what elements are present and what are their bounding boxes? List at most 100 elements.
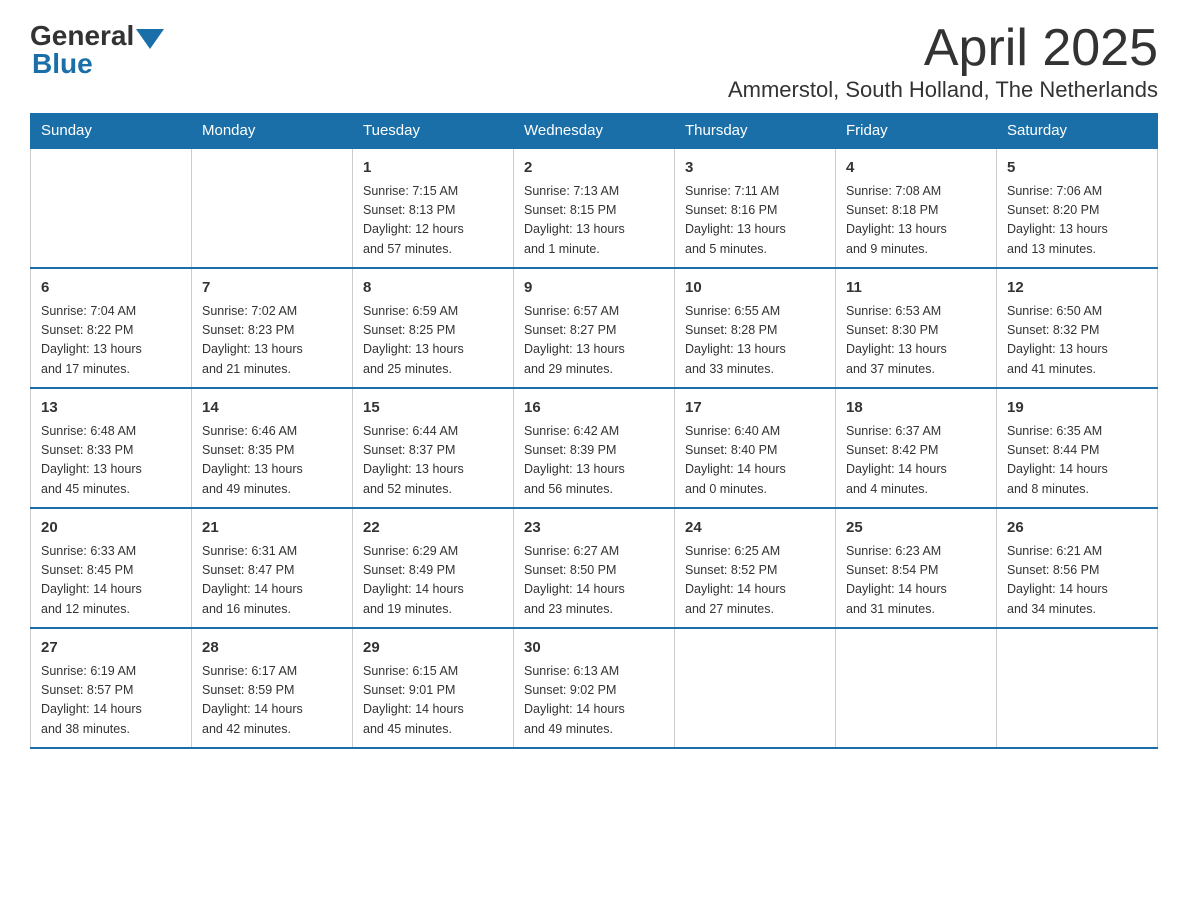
day-info: Sunrise: 6:55 AMSunset: 8:28 PMDaylight:… bbox=[685, 302, 825, 380]
day-number: 1 bbox=[363, 157, 503, 180]
day-of-week-header: Wednesday bbox=[514, 114, 675, 149]
calendar-day-cell: 7Sunrise: 7:02 AMSunset: 8:23 PMDaylight… bbox=[192, 268, 353, 388]
day-info: Sunrise: 6:59 AMSunset: 8:25 PMDaylight:… bbox=[363, 302, 503, 380]
calendar-day-cell bbox=[31, 148, 192, 268]
day-number: 26 bbox=[1007, 517, 1147, 540]
logo-triangle-icon bbox=[136, 29, 164, 49]
month-title: April 2025 bbox=[728, 20, 1158, 77]
day-info: Sunrise: 6:46 AMSunset: 8:35 PMDaylight:… bbox=[202, 422, 342, 500]
calendar-week-row: 13Sunrise: 6:48 AMSunset: 8:33 PMDayligh… bbox=[31, 388, 1158, 508]
day-number: 9 bbox=[524, 277, 664, 300]
calendar-day-cell: 9Sunrise: 6:57 AMSunset: 8:27 PMDaylight… bbox=[514, 268, 675, 388]
day-of-week-header: Thursday bbox=[675, 114, 836, 149]
calendar-day-cell: 23Sunrise: 6:27 AMSunset: 8:50 PMDayligh… bbox=[514, 508, 675, 628]
day-info: Sunrise: 6:50 AMSunset: 8:32 PMDaylight:… bbox=[1007, 302, 1147, 380]
calendar-day-cell bbox=[836, 628, 997, 748]
day-number: 12 bbox=[1007, 277, 1147, 300]
day-info: Sunrise: 7:04 AMSunset: 8:22 PMDaylight:… bbox=[41, 302, 181, 380]
calendar-day-cell: 5Sunrise: 7:06 AMSunset: 8:20 PMDaylight… bbox=[997, 148, 1158, 268]
calendar-day-cell: 8Sunrise: 6:59 AMSunset: 8:25 PMDaylight… bbox=[353, 268, 514, 388]
location-title: Ammerstol, South Holland, The Netherland… bbox=[728, 77, 1158, 103]
calendar-day-cell: 15Sunrise: 6:44 AMSunset: 8:37 PMDayligh… bbox=[353, 388, 514, 508]
day-number: 25 bbox=[846, 517, 986, 540]
day-info: Sunrise: 7:02 AMSunset: 8:23 PMDaylight:… bbox=[202, 302, 342, 380]
day-info: Sunrise: 6:42 AMSunset: 8:39 PMDaylight:… bbox=[524, 422, 664, 500]
day-number: 14 bbox=[202, 397, 342, 420]
calendar-week-row: 27Sunrise: 6:19 AMSunset: 8:57 PMDayligh… bbox=[31, 628, 1158, 748]
calendar-day-cell: 18Sunrise: 6:37 AMSunset: 8:42 PMDayligh… bbox=[836, 388, 997, 508]
day-info: Sunrise: 6:44 AMSunset: 8:37 PMDaylight:… bbox=[363, 422, 503, 500]
day-of-week-header: Friday bbox=[836, 114, 997, 149]
day-info: Sunrise: 6:31 AMSunset: 8:47 PMDaylight:… bbox=[202, 542, 342, 620]
calendar-day-cell: 26Sunrise: 6:21 AMSunset: 8:56 PMDayligh… bbox=[997, 508, 1158, 628]
day-number: 22 bbox=[363, 517, 503, 540]
day-info: Sunrise: 6:29 AMSunset: 8:49 PMDaylight:… bbox=[363, 542, 503, 620]
calendar-day-cell: 29Sunrise: 6:15 AMSunset: 9:01 PMDayligh… bbox=[353, 628, 514, 748]
day-number: 27 bbox=[41, 637, 181, 660]
day-number: 4 bbox=[846, 157, 986, 180]
day-of-week-header: Sunday bbox=[31, 114, 192, 149]
day-number: 16 bbox=[524, 397, 664, 420]
calendar-day-cell: 11Sunrise: 6:53 AMSunset: 8:30 PMDayligh… bbox=[836, 268, 997, 388]
calendar-day-cell: 16Sunrise: 6:42 AMSunset: 8:39 PMDayligh… bbox=[514, 388, 675, 508]
day-number: 18 bbox=[846, 397, 986, 420]
day-number: 20 bbox=[41, 517, 181, 540]
day-info: Sunrise: 7:08 AMSunset: 8:18 PMDaylight:… bbox=[846, 182, 986, 260]
day-info: Sunrise: 6:27 AMSunset: 8:50 PMDaylight:… bbox=[524, 542, 664, 620]
day-number: 17 bbox=[685, 397, 825, 420]
title-area: April 2025 Ammerstol, South Holland, The… bbox=[728, 20, 1158, 103]
day-info: Sunrise: 6:23 AMSunset: 8:54 PMDaylight:… bbox=[846, 542, 986, 620]
day-number: 6 bbox=[41, 277, 181, 300]
day-info: Sunrise: 6:48 AMSunset: 8:33 PMDaylight:… bbox=[41, 422, 181, 500]
calendar-day-cell bbox=[192, 148, 353, 268]
day-info: Sunrise: 7:13 AMSunset: 8:15 PMDaylight:… bbox=[524, 182, 664, 260]
day-info: Sunrise: 6:37 AMSunset: 8:42 PMDaylight:… bbox=[846, 422, 986, 500]
day-number: 29 bbox=[363, 637, 503, 660]
calendar-day-cell: 10Sunrise: 6:55 AMSunset: 8:28 PMDayligh… bbox=[675, 268, 836, 388]
calendar-day-cell: 25Sunrise: 6:23 AMSunset: 8:54 PMDayligh… bbox=[836, 508, 997, 628]
calendar-day-cell: 17Sunrise: 6:40 AMSunset: 8:40 PMDayligh… bbox=[675, 388, 836, 508]
day-of-week-header: Saturday bbox=[997, 114, 1158, 149]
day-number: 15 bbox=[363, 397, 503, 420]
day-number: 28 bbox=[202, 637, 342, 660]
day-number: 2 bbox=[524, 157, 664, 180]
day-info: Sunrise: 6:13 AMSunset: 9:02 PMDaylight:… bbox=[524, 662, 664, 740]
day-info: Sunrise: 6:40 AMSunset: 8:40 PMDaylight:… bbox=[685, 422, 825, 500]
day-number: 10 bbox=[685, 277, 825, 300]
day-info: Sunrise: 6:53 AMSunset: 8:30 PMDaylight:… bbox=[846, 302, 986, 380]
day-number: 30 bbox=[524, 637, 664, 660]
calendar-day-cell: 13Sunrise: 6:48 AMSunset: 8:33 PMDayligh… bbox=[31, 388, 192, 508]
day-info: Sunrise: 6:33 AMSunset: 8:45 PMDaylight:… bbox=[41, 542, 181, 620]
day-info: Sunrise: 6:15 AMSunset: 9:01 PMDaylight:… bbox=[363, 662, 503, 740]
calendar-day-cell: 28Sunrise: 6:17 AMSunset: 8:59 PMDayligh… bbox=[192, 628, 353, 748]
calendar-day-cell: 20Sunrise: 6:33 AMSunset: 8:45 PMDayligh… bbox=[31, 508, 192, 628]
day-info: Sunrise: 6:21 AMSunset: 8:56 PMDaylight:… bbox=[1007, 542, 1147, 620]
calendar-day-cell: 6Sunrise: 7:04 AMSunset: 8:22 PMDaylight… bbox=[31, 268, 192, 388]
calendar-week-row: 6Sunrise: 7:04 AMSunset: 8:22 PMDaylight… bbox=[31, 268, 1158, 388]
calendar-week-row: 20Sunrise: 6:33 AMSunset: 8:45 PMDayligh… bbox=[31, 508, 1158, 628]
calendar-day-cell: 30Sunrise: 6:13 AMSunset: 9:02 PMDayligh… bbox=[514, 628, 675, 748]
day-info: Sunrise: 6:17 AMSunset: 8:59 PMDaylight:… bbox=[202, 662, 342, 740]
day-number: 5 bbox=[1007, 157, 1147, 180]
calendar-day-cell bbox=[675, 628, 836, 748]
day-number: 3 bbox=[685, 157, 825, 180]
day-number: 8 bbox=[363, 277, 503, 300]
day-of-week-header: Tuesday bbox=[353, 114, 514, 149]
calendar-day-cell: 27Sunrise: 6:19 AMSunset: 8:57 PMDayligh… bbox=[31, 628, 192, 748]
day-info: Sunrise: 6:35 AMSunset: 8:44 PMDaylight:… bbox=[1007, 422, 1147, 500]
calendar-day-cell: 12Sunrise: 6:50 AMSunset: 8:32 PMDayligh… bbox=[997, 268, 1158, 388]
day-number: 11 bbox=[846, 277, 986, 300]
day-number: 24 bbox=[685, 517, 825, 540]
calendar-header-row: SundayMondayTuesdayWednesdayThursdayFrid… bbox=[31, 114, 1158, 149]
logo-blue-text: Blue bbox=[32, 48, 93, 80]
day-number: 23 bbox=[524, 517, 664, 540]
logo: General Blue bbox=[30, 20, 164, 80]
calendar-day-cell: 1Sunrise: 7:15 AMSunset: 8:13 PMDaylight… bbox=[353, 148, 514, 268]
day-number: 7 bbox=[202, 277, 342, 300]
calendar-day-cell: 19Sunrise: 6:35 AMSunset: 8:44 PMDayligh… bbox=[997, 388, 1158, 508]
calendar-day-cell: 4Sunrise: 7:08 AMSunset: 8:18 PMDaylight… bbox=[836, 148, 997, 268]
day-info: Sunrise: 6:25 AMSunset: 8:52 PMDaylight:… bbox=[685, 542, 825, 620]
day-info: Sunrise: 6:19 AMSunset: 8:57 PMDaylight:… bbox=[41, 662, 181, 740]
day-of-week-header: Monday bbox=[192, 114, 353, 149]
day-number: 13 bbox=[41, 397, 181, 420]
